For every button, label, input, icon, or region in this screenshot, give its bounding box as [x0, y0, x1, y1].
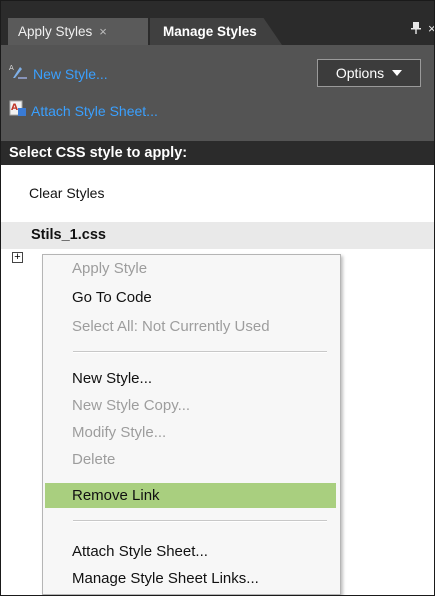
tab-manage-styles[interactable]: Manage Styles — [150, 18, 282, 45]
menu-item-delete[interactable]: Delete — [45, 447, 336, 472]
tab-close-icon[interactable]: × — [99, 24, 107, 39]
chevron-down-icon — [392, 70, 403, 76]
menu-separator — [73, 351, 327, 353]
tab-manage-styles-label: Manage Styles — [163, 24, 257, 39]
options-label: Options — [335, 65, 385, 81]
attach-style-sheet-icon: A — [9, 99, 27, 122]
menu-item-manage-style-sheet-links[interactable]: Manage Style Sheet Links... — [45, 566, 336, 591]
svg-text:A: A — [11, 103, 18, 113]
menu-item-select-all-not-used[interactable]: Select All: Not Currently Used — [45, 314, 336, 339]
close-icon[interactable]: × — [428, 21, 434, 36]
menu-item-attach-style-sheet[interactable]: Attach Style Sheet... — [45, 539, 336, 564]
section-header: Select CSS style to apply: — [1, 141, 434, 165]
menu-item-modify-style[interactable]: Modify Style... — [45, 420, 336, 445]
new-style-label: New Style... — [33, 65, 108, 82]
menu-item-apply-style[interactable]: Apply Style — [45, 256, 336, 281]
context-menu: Apply Style Go To Code Select All: Not C… — [42, 254, 341, 595]
stylesheet-row[interactable]: Stils_1.css — [1, 222, 434, 249]
stylesheet-name: Stils_1.css — [31, 227, 106, 243]
expand-icon[interactable]: + — [12, 252, 23, 263]
menu-item-go-to-code[interactable]: Go To Code — [45, 285, 336, 310]
tab-apply-styles-label: Apply Styles — [18, 24, 93, 39]
menu-item-new-style[interactable]: New Style... — [45, 366, 336, 391]
apply-styles-panel: Apply Styles × Manage Styles × A New Sty… — [0, 0, 435, 596]
menu-item-new-style-copy[interactable]: New Style Copy... — [45, 393, 336, 418]
new-style-icon: A — [9, 63, 29, 84]
attach-style-sheet-label: Attach Style Sheet... — [31, 102, 158, 119]
toolbar: A New Style... A Attach Style Sheet... O… — [1, 45, 434, 141]
new-style-button[interactable]: A New Style... — [9, 63, 108, 84]
tab-apply-styles[interactable]: Apply Styles × — [8, 18, 148, 45]
clear-styles-item[interactable]: Clear Styles — [29, 185, 104, 201]
menu-separator — [73, 520, 327, 522]
menu-item-remove-link[interactable]: Remove Link — [45, 483, 336, 508]
pin-icon[interactable] — [411, 22, 421, 37]
tab-strip: Apply Styles × Manage Styles × — [1, 1, 434, 45]
svg-text:A: A — [9, 64, 14, 72]
options-button[interactable]: Options — [317, 59, 421, 87]
attach-style-sheet-button[interactable]: A Attach Style Sheet... — [9, 99, 158, 122]
